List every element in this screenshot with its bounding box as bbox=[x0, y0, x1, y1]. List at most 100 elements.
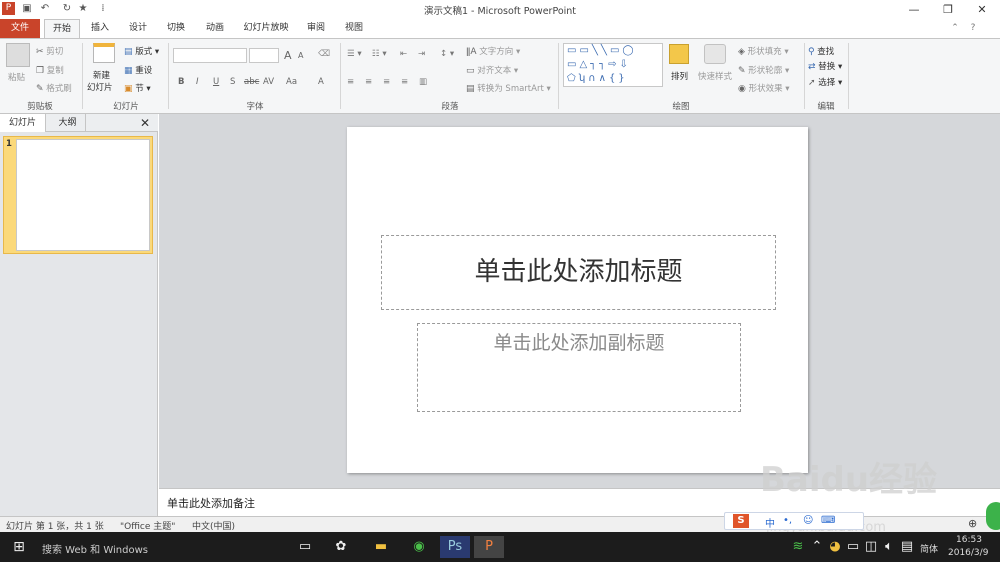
notes-placeholder[interactable]: 单击此处添加备注 bbox=[167, 495, 255, 511]
line-spacing-icon[interactable]: ↕ ▾ bbox=[440, 49, 454, 59]
shape-effects-button[interactable]: ◉ 形状效果 ▾ bbox=[738, 82, 790, 94]
clear-format-icon[interactable]: ⌫ bbox=[318, 49, 330, 59]
battery-icon[interactable]: ▭ bbox=[846, 536, 860, 558]
font-name-combo[interactable] bbox=[173, 48, 247, 63]
increase-indent-icon[interactable]: ⇥ bbox=[418, 49, 425, 59]
ime-language[interactable]: 简体 bbox=[920, 542, 938, 555]
help-icon[interactable]: ? bbox=[966, 19, 980, 38]
restore-icon[interactable]: ❐ bbox=[931, 0, 965, 19]
paste-button[interactable]: 粘贴 bbox=[8, 71, 25, 83]
subtitle-placeholder[interactable]: 单击此处添加副标题 bbox=[417, 323, 741, 412]
section-button[interactable]: ▣ 节 ▾ bbox=[124, 82, 151, 94]
search-box[interactable]: 搜索 Web 和 Windows bbox=[42, 541, 148, 556]
title-placeholder[interactable]: 单击此处添加标题 bbox=[381, 235, 776, 310]
ime-chinese-icon[interactable]: 中 bbox=[765, 515, 775, 530]
tab-slideshow[interactable]: 幻灯片放映 bbox=[238, 19, 294, 38]
format-painter-button[interactable]: ✎ 格式刷 bbox=[36, 82, 72, 94]
copy-button[interactable]: ❐ 复制 bbox=[36, 64, 64, 76]
quick-styles-icon[interactable] bbox=[704, 44, 726, 64]
language[interactable]: 中文(中国) bbox=[192, 519, 235, 532]
text-direction-button[interactable]: ǁA 文字方向 ▾ bbox=[466, 45, 520, 57]
zoom-in-icon[interactable]: ⊕ bbox=[968, 517, 977, 530]
shadow-button[interactable]: S bbox=[230, 77, 235, 87]
shape-outline-button[interactable]: ✎ 形状轮廓 ▾ bbox=[738, 64, 789, 76]
wifi-icon[interactable]: ≋ bbox=[790, 536, 806, 558]
powerpoint-taskbar-icon[interactable]: P bbox=[474, 536, 504, 558]
shapes-gallery[interactable]: ▭▭╲╲▭◯ ▭△┐┐⇨⇩ ⬠ʮ∩∧{} bbox=[563, 43, 663, 87]
clock-time[interactable]: 16:53 bbox=[956, 535, 982, 545]
shapes-row-1-icon[interactable]: ▭▭╲╲▭◯ bbox=[567, 45, 637, 56]
shape-fill-button[interactable]: ◈ 形状填充 ▾ bbox=[738, 45, 789, 57]
network-icon[interactable]: ◫ bbox=[864, 536, 878, 558]
align-text-button[interactable]: ▭ 对齐文本 ▾ bbox=[466, 64, 518, 76]
strikethrough-button[interactable]: abc bbox=[244, 77, 259, 87]
reset-button[interactable]: ▦ 重设 bbox=[124, 64, 152, 76]
char-spacing-button[interactable]: AV bbox=[263, 77, 274, 87]
new-slide-icon[interactable] bbox=[93, 43, 115, 63]
arrange-icon[interactable] bbox=[669, 44, 689, 64]
cut-button[interactable]: ✂ 剪切 bbox=[36, 45, 63, 57]
theme-name[interactable]: "Office 主题" bbox=[120, 519, 175, 532]
tab-review[interactable]: 审阅 bbox=[300, 19, 332, 38]
select-button[interactable]: ➚ 选择 ▾ bbox=[808, 76, 842, 88]
close-panel-icon[interactable]: ✕ bbox=[140, 114, 154, 132]
shapes-row-2-icon[interactable]: ▭△┐┐⇨⇩ bbox=[567, 59, 631, 70]
volume-icon[interactable]: 🔈︎ bbox=[882, 536, 896, 558]
shrink-font-button[interactable]: A bbox=[298, 51, 303, 60]
decrease-indent-icon[interactable]: ⇤ bbox=[400, 49, 407, 59]
layout-button[interactable]: ▤ 版式 ▾ bbox=[124, 45, 159, 57]
ime-keyboard-icon[interactable]: ⌨ bbox=[821, 515, 835, 526]
tray-app-icon[interactable]: ◕ bbox=[828, 536, 842, 558]
paste-icon[interactable] bbox=[6, 43, 30, 67]
arrange-button[interactable]: 排列 bbox=[671, 70, 688, 82]
tab-design[interactable]: 设计 bbox=[122, 19, 154, 38]
ime-punct-icon[interactable]: •, bbox=[783, 515, 792, 526]
clock-date[interactable]: 2016/3/9 bbox=[948, 548, 988, 558]
speed-ball-icon[interactable] bbox=[986, 502, 1000, 530]
tab-insert[interactable]: 插入 bbox=[84, 19, 116, 38]
minimize-ribbon-icon[interactable]: ⌃ bbox=[948, 19, 962, 38]
task-view-icon[interactable]: ▭ bbox=[290, 536, 320, 558]
shapes-row-3-icon[interactable]: ⬠ʮ∩∧{} bbox=[567, 73, 628, 84]
align-right-icon[interactable]: ≡ bbox=[383, 77, 390, 87]
new-slide-label-2[interactable]: 幻灯片 bbox=[87, 81, 113, 93]
tab-outline[interactable]: 大纲 bbox=[50, 114, 86, 132]
windows-start-icon[interactable]: ⊞ bbox=[4, 536, 34, 558]
bullets-icon[interactable]: ☰ ▾ bbox=[347, 49, 362, 59]
tab-view[interactable]: 视图 bbox=[338, 19, 370, 38]
tab-file[interactable]: 文件 bbox=[0, 19, 40, 38]
new-slide-label[interactable]: 新建 bbox=[93, 69, 110, 81]
tab-animations[interactable]: 动画 bbox=[198, 19, 232, 38]
file-explorer-icon[interactable]: ▬ bbox=[366, 536, 396, 558]
change-case-button[interactable]: Aa bbox=[286, 77, 297, 87]
tab-slides[interactable]: 幻灯片 bbox=[0, 114, 46, 132]
font-color-button[interactable]: A bbox=[318, 77, 324, 87]
find-button[interactable]: ⚲ 查找 bbox=[808, 45, 834, 57]
replace-button[interactable]: ⇄ 替换 ▾ bbox=[808, 60, 842, 72]
quick-styles-button[interactable]: 快速样式 bbox=[698, 70, 732, 82]
close-icon[interactable]: ✕ bbox=[965, 0, 999, 19]
tab-home[interactable]: 开始 bbox=[44, 19, 80, 39]
columns-icon[interactable]: ▥ bbox=[419, 77, 427, 87]
tab-transitions[interactable]: 切换 bbox=[160, 19, 192, 38]
grow-font-button[interactable]: A bbox=[284, 49, 292, 62]
sogou-icon[interactable]: S bbox=[733, 514, 749, 528]
bold-button[interactable]: B bbox=[178, 77, 184, 87]
message-icon[interactable]: ▤ bbox=[900, 536, 914, 558]
pinwheel-icon[interactable]: ✿ bbox=[326, 536, 356, 558]
font-size-combo[interactable] bbox=[249, 48, 279, 63]
italic-button[interactable]: I bbox=[196, 77, 199, 87]
ime-emoji-icon[interactable]: ☺ bbox=[803, 515, 813, 526]
justify-icon[interactable]: ≡ bbox=[401, 77, 408, 87]
slide-canvas[interactable]: 单击此处添加标题 单击此处添加副标题 bbox=[347, 127, 808, 473]
photoshop-icon[interactable]: Ps bbox=[440, 536, 470, 558]
slide-thumbnail[interactable] bbox=[16, 139, 150, 251]
chevron-up-icon[interactable]: ⌃ bbox=[810, 536, 824, 558]
smartart-button[interactable]: ▤ 转换为 SmartArt ▾ bbox=[466, 82, 551, 94]
align-center-icon[interactable]: ≡ bbox=[365, 77, 372, 87]
numbering-icon[interactable]: ☷ ▾ bbox=[372, 49, 387, 59]
ime-toolbar[interactable]: S 中 •, ☺ ⌨ bbox=[724, 512, 864, 530]
browser-icon[interactable]: ◉ bbox=[404, 536, 434, 558]
underline-button[interactable]: U bbox=[213, 77, 219, 87]
align-left-icon[interactable]: ≡ bbox=[347, 77, 354, 87]
